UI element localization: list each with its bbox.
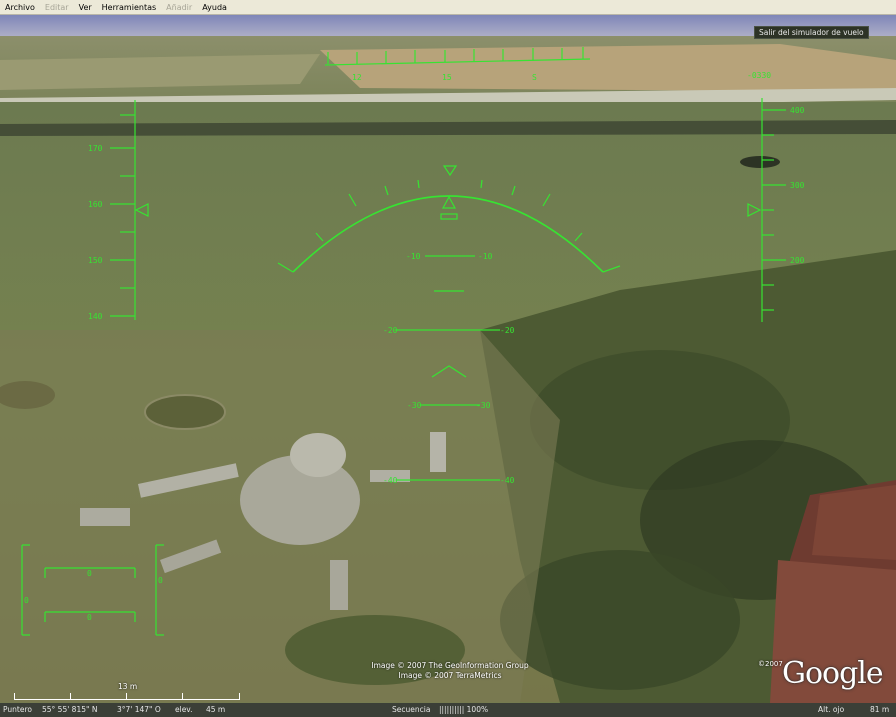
- menu-archivo[interactable]: Archivo: [0, 3, 40, 12]
- pitch-label: -30: [407, 401, 422, 410]
- heading-label: 15: [442, 73, 452, 82]
- altitude-label: 200: [790, 256, 805, 265]
- google-logo: ©2007 Google: [758, 656, 896, 692]
- pitch-label: -30: [476, 401, 491, 410]
- longitude-value: 3°7' 147" O: [117, 705, 161, 714]
- throttle-gauge-label: 0: [24, 596, 29, 605]
- pitch-label: -20: [383, 326, 398, 335]
- flaps-gauge-label: 0: [87, 569, 92, 578]
- menu-ayuda[interactable]: Ayuda: [197, 3, 232, 12]
- trim-gauge-label: 0: [87, 613, 92, 622]
- altitude-label: 400: [790, 106, 805, 115]
- altitude-label: 300: [790, 181, 805, 190]
- latitude-value: 55° 55' 815" N: [42, 705, 98, 714]
- eye-altitude-value: 81 m: [870, 705, 890, 714]
- scale-line: [14, 693, 240, 700]
- scale-tick: [70, 693, 71, 699]
- scale-tick: [182, 693, 183, 699]
- status-bar: Puntero 55° 55' 815" N 3°7' 147" O elev.…: [0, 703, 896, 717]
- menu-editar[interactable]: Editar: [40, 3, 74, 12]
- credit-line: Image © 2007 TerraMetrics: [398, 671, 502, 680]
- pointer-label: Puntero: [3, 705, 32, 714]
- airspeed-label: 160: [88, 200, 103, 209]
- heading-label: 12: [352, 73, 362, 82]
- logo-wordmark: Google: [782, 656, 884, 691]
- scale-label: 13 m: [118, 682, 138, 691]
- eye-altitude-label: Alt. ojo: [818, 705, 845, 714]
- logo-copyright: ©2007: [758, 660, 783, 668]
- heading-label: S: [532, 73, 537, 82]
- elevation-value: 45 m: [206, 705, 226, 714]
- exit-flight-simulator-button[interactable]: Salir del simulador de vuelo: [754, 26, 869, 39]
- menu-ver[interactable]: Ver: [74, 3, 97, 12]
- earth-view[interactable]: 12 15 S -0330 170 160 150 140 400 300 20…: [0, 15, 896, 703]
- imagery-credits: Image © 2007 The GeoInformation Group Im…: [330, 661, 570, 681]
- menu-herramientas[interactable]: Herramientas: [97, 3, 162, 12]
- pitch-label: -40: [500, 476, 515, 485]
- airspeed-label: 150: [88, 256, 103, 265]
- vertical-speed-readout: -0330: [747, 71, 771, 80]
- pitch-label: -10: [478, 252, 493, 261]
- gear-gauge-label: 0: [158, 576, 163, 585]
- flight-hud: 12 15 S -0330 170 160 150 140 400 300 20…: [21, 47, 805, 636]
- scale-bar: 13 m: [14, 682, 240, 702]
- pitch-label: -40: [383, 476, 398, 485]
- airspeed-label: 170: [88, 144, 103, 153]
- pitch-label: -20: [500, 326, 515, 335]
- scale-tick: [126, 693, 127, 699]
- streaming-label: Secuencia: [392, 705, 431, 714]
- airspeed-label: 140: [88, 312, 103, 321]
- menu-anadir[interactable]: Añadir: [161, 3, 197, 12]
- streaming-progress: |||||||||| 100%: [439, 705, 489, 714]
- credit-line: Image © 2007 The GeoInformation Group: [371, 661, 529, 670]
- elevation-label: elev.: [175, 705, 193, 714]
- pitch-label: -10: [406, 252, 421, 261]
- menu-bar: Archivo Editar Ver Herramientas Añadir A…: [0, 0, 896, 15]
